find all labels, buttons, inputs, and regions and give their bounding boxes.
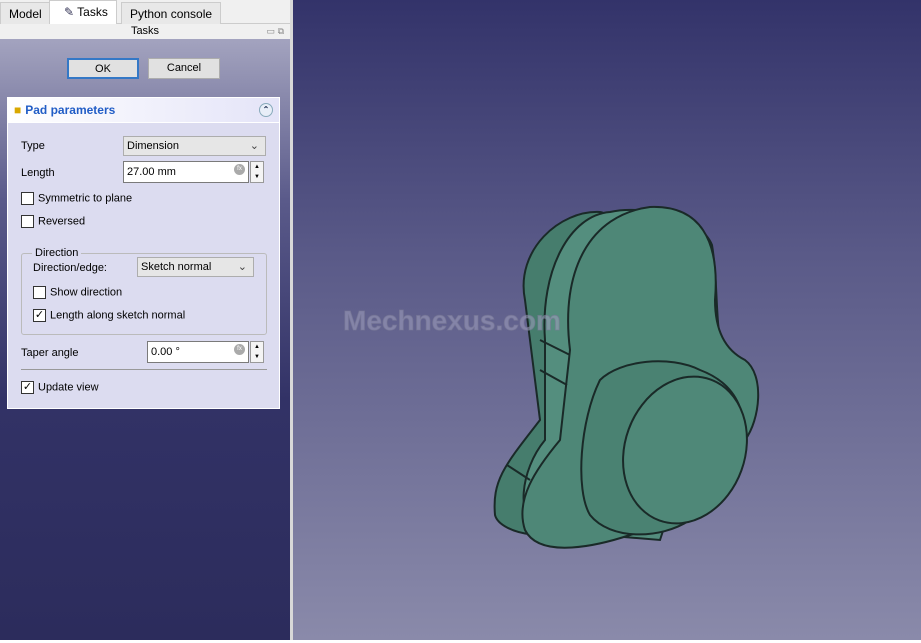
tab-tasks-label: Tasks	[77, 5, 108, 19]
reversed-checkbox[interactable]: Reversed	[21, 215, 85, 228]
expression-icon[interactable]: fx	[234, 164, 245, 175]
3d-viewport[interactable]: Mechnexus.com	[293, 0, 921, 640]
taper-angle-spinner[interactable]: ▲ ▼	[250, 341, 264, 363]
float-icon[interactable]: ⧉	[278, 26, 284, 36]
checkbox[interactable]	[21, 215, 34, 228]
direction-group-label: Direction	[35, 247, 79, 259]
direction-edge-select[interactable]: Sketch normal ⌄	[137, 257, 254, 277]
pad-parameters-header[interactable]: ■ Pad parameters ⌃	[8, 98, 279, 123]
pad-parameters-title: Pad parameters	[25, 103, 116, 117]
divider	[21, 369, 267, 370]
panel-title: Tasks	[130, 25, 160, 37]
expression-icon[interactable]: fx	[234, 344, 245, 355]
pad-icon: ■	[14, 103, 22, 117]
collapse-icon[interactable]: ⌃	[259, 103, 273, 117]
tab-bar: Model ✎ Tasks Python console	[0, 0, 290, 25]
dock-icon[interactable]: ▭	[267, 26, 276, 36]
length-along-normal-checkbox[interactable]: ✓ Length along sketch normal	[33, 309, 185, 322]
chevron-down-icon: ⌄	[249, 140, 259, 152]
checkbox[interactable]: ✓	[33, 309, 46, 322]
checkbox[interactable]	[33, 286, 46, 299]
taper-angle-input[interactable]: 0.00 ° fx	[147, 341, 249, 363]
type-label: Type	[21, 140, 45, 152]
taper-angle-label: Taper angle	[21, 347, 79, 359]
length-label: Length	[21, 167, 55, 179]
update-view-checkbox[interactable]: ✓ Update view	[21, 381, 99, 394]
tab-tasks[interactable]: ✎ Tasks	[49, 0, 117, 25]
length-input[interactable]: 27.00 mm fx	[123, 161, 249, 183]
tab-model[interactable]: Model	[0, 2, 51, 24]
pad-parameters-panel: ■ Pad parameters ⌃ Type Dimension ⌄ Lengt…	[7, 97, 280, 409]
panel-title-bar: Tasks ▭ ⧉	[0, 24, 290, 39]
type-value: Dimension	[127, 140, 179, 152]
direction-edge-label: Direction/edge:	[33, 262, 107, 274]
type-select[interactable]: Dimension ⌄	[123, 136, 266, 156]
symmetric-checkbox[interactable]: Symmetric to plane	[21, 192, 132, 205]
task-panel: Model ✎ Tasks Python console Tasks ▭ ⧉ OK…	[0, 0, 290, 640]
length-spinner[interactable]: ▲ ▼	[250, 161, 264, 183]
chevron-down-icon: ⌄	[237, 261, 247, 273]
pad-model: Mechnexus.com	[343, 205, 760, 549]
checkbox[interactable]	[21, 192, 34, 205]
ok-button[interactable]: OK	[67, 58, 139, 79]
pencil-icon: ✎	[64, 5, 78, 19]
checkbox[interactable]: ✓	[21, 381, 34, 394]
cancel-button[interactable]: Cancel	[148, 58, 220, 79]
tab-python-console[interactable]: Python console	[121, 2, 222, 24]
watermark: Mechnexus.com	[343, 305, 561, 336]
show-direction-checkbox[interactable]: Show direction	[33, 286, 122, 299]
